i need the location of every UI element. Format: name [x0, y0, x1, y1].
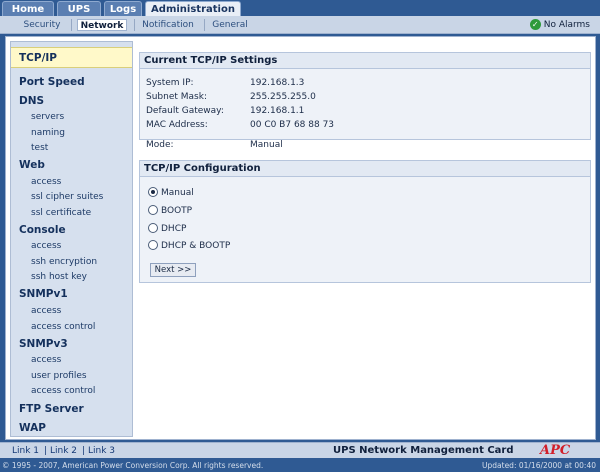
- tab-home[interactable]: Home: [2, 1, 54, 16]
- sidebar-item-snmpv3[interactable]: SNMPv3: [11, 335, 132, 353]
- panel-title: Current TCP/IP Settings: [140, 53, 590, 69]
- alarm-label: No Alarms: [543, 20, 590, 30]
- system-ip-value: 192.168.1.3: [250, 78, 305, 88]
- radio-label: DHCP: [161, 224, 187, 234]
- subnet-mask-value: 255.255.255.0: [250, 92, 316, 102]
- footer-link-2[interactable]: Link 2: [50, 445, 77, 457]
- mac-label: MAC Address:: [146, 120, 208, 130]
- sidebar-item-web-access[interactable]: access: [11, 175, 132, 190]
- panel-title: TCP/IP Configuration: [140, 161, 590, 177]
- current-settings-panel: Current TCP/IP Settings System IP: 192.1…: [139, 52, 591, 150]
- subtab-network[interactable]: Network: [77, 19, 127, 31]
- subnet-mask-label: Subnet Mask:: [146, 92, 207, 102]
- subtab-notification[interactable]: Notification: [140, 19, 196, 31]
- top-tab-bar: Home UPS Logs Administration: [0, 0, 600, 16]
- copyright-bar: © 1995 - 2007, American Power Conversion…: [0, 459, 600, 472]
- sidebar-item-tcpip[interactable]: TCP/IP: [11, 47, 132, 68]
- radio-button[interactable]: [148, 204, 158, 215]
- radio-label: BOOTP: [161, 206, 193, 216]
- alarm-status[interactable]: ✓ No Alarms: [529, 19, 590, 31]
- subtab-general[interactable]: General: [210, 19, 250, 31]
- tab-logs[interactable]: Logs: [104, 1, 142, 16]
- sidebar-item-dns-naming[interactable]: naming: [11, 126, 132, 141]
- subtab-divider: [134, 19, 135, 31]
- sidebar-item-console[interactable]: Console: [11, 221, 132, 239]
- sidebar-item-snmpv3-access-control[interactable]: access control: [11, 384, 132, 399]
- configuration-panel: TCP/IP Configuration Manual BOOTP DHCP D…: [139, 160, 591, 283]
- footer-bar: Link 1 | Link 2 | Link 3 UPS Network Man…: [0, 442, 600, 458]
- footer-link-3[interactable]: Link 3: [88, 445, 115, 457]
- subtab-divider: [71, 19, 72, 31]
- radio-button[interactable]: [148, 239, 158, 250]
- sub-tab-bar: Security Network Notification General ✓ N…: [0, 16, 600, 34]
- next-button[interactable]: Next >>: [150, 263, 196, 277]
- card-title: UPS Network Management Card: [333, 445, 514, 456]
- copyright-text: © 1995 - 2007, American Power Conversion…: [2, 461, 264, 470]
- sidebar-item-dns[interactable]: DNS: [11, 92, 132, 110]
- content-frame: TCP/IP Port Speed DNS servers naming tes…: [5, 36, 596, 440]
- radio-dhcp[interactable]: DHCP: [148, 222, 186, 236]
- sidebar-item-snmpv1[interactable]: SNMPv1: [11, 285, 132, 303]
- radio-dhcp-bootp[interactable]: DHCP & BOOTP: [148, 239, 230, 253]
- sidebar-item-port-speed[interactable]: Port Speed: [11, 73, 132, 91]
- sidebar-item-snmpv3-access[interactable]: access: [11, 353, 132, 368]
- sidebar-item-console-ssh-host-key[interactable]: ssh host key: [11, 270, 132, 285]
- tab-ups[interactable]: UPS: [57, 1, 101, 16]
- system-ip-label: System IP:: [146, 78, 194, 88]
- sidebar-item-wap[interactable]: WAP: [11, 419, 132, 437]
- subtab-security[interactable]: Security: [20, 19, 64, 31]
- sidebar-item-console-ssh-encryption[interactable]: ssh encryption: [11, 255, 132, 270]
- apc-logo: APC: [540, 443, 571, 458]
- tab-administration[interactable]: Administration: [145, 1, 241, 16]
- sidebar-item-snmpv1-access[interactable]: access: [11, 304, 132, 319]
- sidebar-item-web[interactable]: Web: [11, 156, 132, 174]
- radio-label: DHCP & BOOTP: [161, 241, 231, 251]
- sidebar-item-snmpv3-user-profiles[interactable]: user profiles: [11, 369, 132, 384]
- gateway-value: 192.168.1.1: [250, 106, 305, 116]
- footer-separator: |: [82, 446, 86, 456]
- sidebar-item-dns-servers[interactable]: servers: [11, 110, 132, 125]
- sidebar-item-web-ssl-cert[interactable]: ssl certificate: [11, 206, 132, 221]
- sidebar-nav: TCP/IP Port Speed DNS servers naming tes…: [10, 41, 133, 437]
- sidebar-item-console-access[interactable]: access: [11, 239, 132, 254]
- radio-button-selected[interactable]: [148, 186, 158, 197]
- footer-link-1[interactable]: Link 1: [12, 445, 39, 457]
- radio-label: Manual: [161, 188, 194, 198]
- sidebar-item-dns-test[interactable]: test: [11, 141, 132, 156]
- sidebar-item-ftp-server[interactable]: FTP Server: [11, 400, 132, 418]
- radio-bootp[interactable]: BOOTP: [148, 204, 192, 218]
- sidebar-item-snmpv1-access-control[interactable]: access control: [11, 320, 132, 335]
- radio-manual[interactable]: Manual: [148, 186, 194, 200]
- mac-value: 00 C0 B7 68 88 73: [250, 120, 335, 130]
- mode-label: Mode:: [146, 140, 174, 150]
- check-icon: ✓: [529, 19, 541, 30]
- radio-button[interactable]: [148, 222, 158, 233]
- mode-value: Manual: [250, 140, 283, 150]
- updated-timestamp: Updated: 01/16/2000 at 00:40: [482, 461, 596, 470]
- subtab-divider: [204, 19, 205, 31]
- gateway-label: Default Gateway:: [146, 106, 224, 116]
- sidebar-item-web-ssl-cipher[interactable]: ssl cipher suites: [11, 190, 132, 205]
- footer-separator: |: [44, 446, 48, 456]
